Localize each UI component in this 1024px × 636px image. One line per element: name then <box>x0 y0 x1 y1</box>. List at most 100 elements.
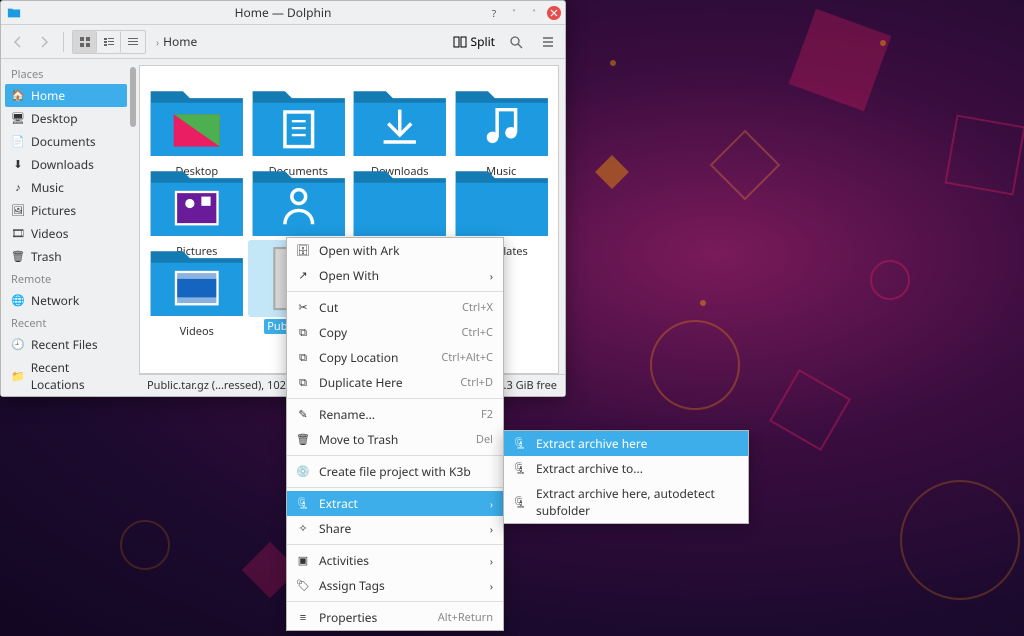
archive-icon: 🗄 <box>295 243 311 259</box>
file-item-documents[interactable]: Documents <box>248 76 350 152</box>
file-item-snap[interactable]: snap <box>349 156 451 232</box>
status-selection: Public.tar.gz (...ressed), 102 B) <box>147 378 299 393</box>
menu-item-label: Create file project with K3b <box>319 463 493 480</box>
sidebar-item-music[interactable]: ♪Music <box>5 176 127 199</box>
titlebar[interactable]: Home — Dolphin ? ˅ ˄ <box>1 1 565 25</box>
menu-item-label: Assign Tags <box>319 577 490 594</box>
properties-icon: ≡ <box>295 610 311 626</box>
icons-view-button[interactable] <box>73 31 97 53</box>
sidebar-item-network[interactable]: 🌐Network <box>5 289 127 312</box>
menu-item-label: Extract <box>319 495 490 512</box>
menu-item-label: Duplicate Here <box>319 374 450 391</box>
status-free-space: 1.3 GiB free <box>497 378 557 393</box>
file-label: Videos <box>180 324 214 339</box>
minimize-button[interactable]: ˅ <box>507 6 521 20</box>
cut-icon: ✂ <box>295 300 311 316</box>
menu-item-duplicate-here[interactable]: ⧉Duplicate HereCtrl+D <box>287 370 503 395</box>
menu-separator <box>287 398 503 399</box>
menu-item-copy-location[interactable]: ⧉Copy LocationCtrl+Alt+C <box>287 345 503 370</box>
sidebar-scrollbar[interactable] <box>127 59 139 396</box>
menu-item-cut[interactable]: ✂CutCtrl+X <box>287 295 503 320</box>
sidebar-item-label: Documents <box>31 133 96 150</box>
search-button[interactable] <box>505 31 527 53</box>
menu-item-create-file-project-with-k3b[interactable]: 💿 Create file project with K3b <box>287 459 503 484</box>
rename-icon: ✎ <box>295 407 311 423</box>
file-item-public[interactable]: Public <box>248 156 350 232</box>
desktop-icon: 🖥 <box>11 112 25 126</box>
file-item-music[interactable]: Music <box>451 76 553 152</box>
copy-icon: ⧉ <box>295 325 311 341</box>
file-item-templates[interactable]: Templates <box>451 156 553 232</box>
menu-item-extract-archive-to[interactable]: 🗜 Extract archive to... <box>504 456 748 481</box>
menu-separator <box>287 487 503 488</box>
sidebar-item-trash[interactable]: 🗑Trash <box>5 245 127 268</box>
forward-button[interactable] <box>33 31 55 53</box>
menu-item-extract-archive-here-autodetect-subfolder[interactable]: 🗜Extract archive here, autodetect subfol… <box>504 481 748 523</box>
extract-icon: 🗜 <box>512 436 528 452</box>
split-button[interactable]: Split <box>453 33 496 50</box>
menu-item-label: Share <box>319 520 490 537</box>
close-button[interactable] <box>547 6 561 20</box>
help-button[interactable]: ? <box>487 6 501 20</box>
menu-item-assign-tags[interactable]: 🏷Assign Tags› <box>287 573 503 598</box>
toolbar: › Home Split <box>1 25 565 59</box>
menu-item-label: Move to Trash <box>319 431 466 448</box>
compact-view-button[interactable] <box>97 31 121 53</box>
file-item-videos[interactable]: Videos <box>146 236 248 312</box>
menu-item-label: Activities <box>319 552 490 569</box>
details-view-button[interactable] <box>121 31 145 53</box>
menu-item-extract[interactable]: 🗜Extract› <box>287 491 503 516</box>
sidebar-item-desktop[interactable]: 🖥Desktop <box>5 107 127 130</box>
sidebar-item-documents[interactable]: 📄Documents <box>5 130 127 153</box>
window-title: Home — Dolphin <box>235 4 332 21</box>
menu-item-copy[interactable]: ⧉CopyCtrl+C <box>287 320 503 345</box>
sidebar-item-label: Home <box>31 87 65 104</box>
menu-item-label: Open With <box>319 267 490 284</box>
videos-icon: 🎞 <box>11 227 25 241</box>
menu-item-rename[interactable]: ✎Rename...F2 <box>287 402 503 427</box>
menu-button[interactable] <box>537 31 559 53</box>
sidebar-item-label: Trash <box>31 248 62 265</box>
chevron-right-icon: › <box>156 35 159 49</box>
sidebar-item-label: Pictures <box>31 202 76 219</box>
k3b-icon: 💿 <box>295 464 311 480</box>
breadcrumb[interactable]: › Home <box>156 33 449 50</box>
sidebar-item-label: Music <box>31 179 64 196</box>
split-label: Split <box>471 33 496 50</box>
sidebar-item-home[interactable]: 🏠Home <box>5 84 127 107</box>
menu-item-open-with-ark[interactable]: 🗄Open with Ark <box>287 238 503 263</box>
menu-item-label: Properties <box>319 609 428 626</box>
sidebar-item-label: Recent Locations <box>31 359 121 393</box>
sidebar-item-recent-files[interactable]: 🕘Recent Files <box>5 333 127 356</box>
menu-item-activities[interactable]: ▣Activities› <box>287 548 503 573</box>
pictures-icon: 🖼 <box>11 204 25 218</box>
file-item-downloads[interactable]: Downloads <box>349 76 451 152</box>
view-mode-group <box>72 30 146 54</box>
menu-item-extract-archive-here[interactable]: 🗜Extract archive here <box>504 431 748 456</box>
back-button[interactable] <box>7 31 29 53</box>
menu-separator <box>287 601 503 602</box>
menu-shortcut: Ctrl+D <box>460 375 493 390</box>
sidebar-item-recent-locations[interactable]: 📁Recent Locations <box>5 356 127 396</box>
extract-submenu: 🗜Extract archive here🗜Extract archive to… <box>503 430 749 524</box>
menu-item-properties[interactable]: ≡ Properties Alt+Return <box>287 605 503 630</box>
share-icon: ✧ <box>295 521 311 537</box>
submenu-arrow-icon: › <box>490 579 493 593</box>
app-icon <box>7 6 21 20</box>
menu-item-share[interactable]: ✧Share› <box>287 516 503 541</box>
menu-item-label: Extract archive to... <box>536 460 738 477</box>
maximize-button[interactable]: ˄ <box>527 6 541 20</box>
sidebar-item-pictures[interactable]: 🖼 Pictures <box>5 199 127 222</box>
menu-item-move-to-trash[interactable]: 🗑Move to TrashDel <box>287 427 503 452</box>
file-item-pictures[interactable]: Pictures <box>146 156 248 232</box>
sidebar-item-videos[interactable]: 🎞Videos <box>5 222 127 245</box>
menu-shortcut: Ctrl+X <box>462 300 493 315</box>
recent-files-icon: 🕘 <box>11 338 25 352</box>
breadcrumb-segment[interactable]: Home <box>163 33 197 50</box>
extract-icon: 🗜 <box>512 461 528 477</box>
file-item-desktop[interactable]: Desktop <box>146 76 248 152</box>
network-icon: 🌐 <box>11 294 25 308</box>
menu-item-open-with[interactable]: ↗Open With› <box>287 263 503 288</box>
menu-shortcut: Alt+Return <box>438 610 493 625</box>
sidebar-item-downloads[interactable]: ⬇Downloads <box>5 153 127 176</box>
